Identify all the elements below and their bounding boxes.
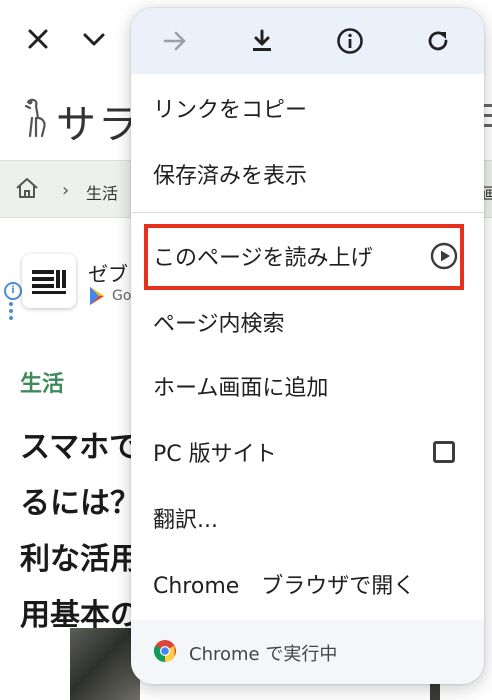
chevron-down-icon[interactable] xyxy=(80,25,108,53)
reload-button[interactable] xyxy=(421,24,455,58)
chrome-icon xyxy=(154,640,176,662)
menu-divider xyxy=(131,212,484,213)
menu-footer: Chrome で実行中 xyxy=(131,620,484,684)
breadcrumb-item-life[interactable]: 生活 xyxy=(86,180,118,204)
home-icon[interactable] xyxy=(14,176,40,200)
menu-item-label: ホーム画面に追加 xyxy=(153,376,329,401)
desktop-site-checkbox[interactable] xyxy=(433,441,455,463)
ad-info-icon[interactable]: i xyxy=(4,282,22,300)
ad-subtitle: Go xyxy=(112,288,132,304)
menu-item-label: PC 版サイト xyxy=(153,442,277,467)
article-photo[interactable] xyxy=(70,628,140,700)
article-category[interactable]: 生活 xyxy=(20,366,64,398)
ad-title[interactable]: ゼブ xyxy=(88,258,128,287)
ad-more-icon[interactable] xyxy=(9,302,13,323)
menu-item-translate[interactable]: 翻訳... xyxy=(131,486,484,550)
download-button[interactable] xyxy=(245,24,279,58)
menu-item-add-to-home[interactable]: ホーム画面に追加 xyxy=(131,354,484,418)
forward-arrow-icon xyxy=(163,31,186,51)
breadcrumb-separator: › xyxy=(62,180,70,201)
browser-overflow-menu: リンクをコピー 保存済みを表示 このページを読み上げ ページ内検索 ホーム画面に… xyxy=(131,8,484,684)
menu-toolbar xyxy=(131,8,484,74)
menu-item-label: 翻訳... xyxy=(153,508,218,533)
menu-item-show-saved[interactable]: 保存済みを表示 xyxy=(131,142,484,206)
menu-item-desktop-site[interactable]: PC 版サイト xyxy=(131,420,484,484)
site-logo-icon[interactable] xyxy=(18,96,50,140)
reload-icon xyxy=(428,31,448,51)
download-icon xyxy=(253,29,271,51)
menu-item-label: Chrome ブラウザで開く xyxy=(153,574,416,599)
menu-item-find-in-page[interactable]: ページ内検索 xyxy=(131,290,484,354)
menu-item-open-in-chrome[interactable]: Chrome ブラウザで開く xyxy=(131,552,484,616)
footer-running-label: Chrome で実行中 xyxy=(189,644,338,665)
menu-item-label: リンクをコピー xyxy=(153,98,308,123)
ad-app-icon[interactable] xyxy=(22,254,76,308)
forward-button[interactable] xyxy=(158,24,192,58)
menu-item-copy-link[interactable]: リンクをコピー xyxy=(131,76,484,140)
info-icon xyxy=(337,28,363,54)
menu-item-label: 保存済みを表示 xyxy=(153,164,308,189)
site-logo-text[interactable]: サラ xyxy=(56,92,140,150)
menu-item-label: ページ内検索 xyxy=(153,312,285,337)
highlight-annotation-box xyxy=(144,224,464,290)
google-play-icon xyxy=(90,287,104,305)
page-info-button[interactable] xyxy=(333,24,367,58)
close-icon[interactable] xyxy=(24,25,52,53)
